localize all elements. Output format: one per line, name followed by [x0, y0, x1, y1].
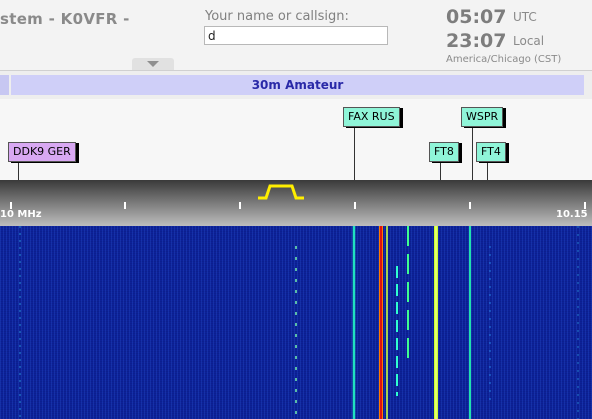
local-label: Local: [513, 34, 545, 48]
station-label-ft8[interactable]: FT8: [429, 142, 459, 162]
timezone-label: America/Chicago (CST): [446, 54, 562, 65]
waterfall-signals: [19, 226, 579, 419]
station-label-wspr[interactable]: WSPR: [461, 107, 504, 127]
label-leader-line: [472, 125, 473, 180]
band-segment[interactable]: [0, 75, 9, 95]
band-row: 30m Amateur: [0, 71, 592, 99]
callsign-label: Your name or callsign:: [205, 9, 349, 24]
scale-start-label: 10 MHz: [0, 209, 42, 220]
station-label-ddk9[interactable]: DDK9 GER: [8, 142, 76, 162]
local-clock: 23:07: [446, 30, 507, 52]
band-bar-30m[interactable]: 30m Amateur: [11, 75, 584, 95]
waterfall-display[interactable]: [0, 226, 592, 419]
label-leader-line: [487, 161, 488, 180]
scale-tick: [239, 202, 241, 209]
station-label-ft4[interactable]: FT4: [476, 142, 506, 162]
label-leader-line: [18, 161, 19, 180]
utc-label: UTC: [513, 10, 537, 24]
callsign-input[interactable]: [204, 26, 388, 45]
scale-end-label: 10.15: [556, 209, 588, 220]
chevron-down-icon: [147, 61, 159, 67]
scale-tick: [584, 202, 586, 209]
label-leader-line: [354, 125, 355, 180]
station-title: stem - K0VFR -: [0, 10, 130, 28]
station-label-fax-rus[interactable]: FAX RUS: [343, 107, 400, 127]
frequency-scale[interactable]: 10 MHz 10.15: [0, 180, 592, 226]
scale-tick: [469, 202, 471, 209]
scale-tick: [354, 202, 356, 209]
utc-clock: 05:07: [446, 6, 507, 28]
scale-tick: [124, 202, 126, 209]
scale-tick: [10, 202, 12, 209]
top-bar: stem - K0VFR - Your name or callsign: 05…: [0, 0, 592, 71]
label-leader-line: [440, 161, 441, 180]
passband-marker[interactable]: [256, 181, 306, 201]
collapse-toggle-button[interactable]: [132, 58, 174, 70]
station-labels-area: DDK9 GER FAX RUS WSPR FT8 FT4: [0, 99, 592, 180]
